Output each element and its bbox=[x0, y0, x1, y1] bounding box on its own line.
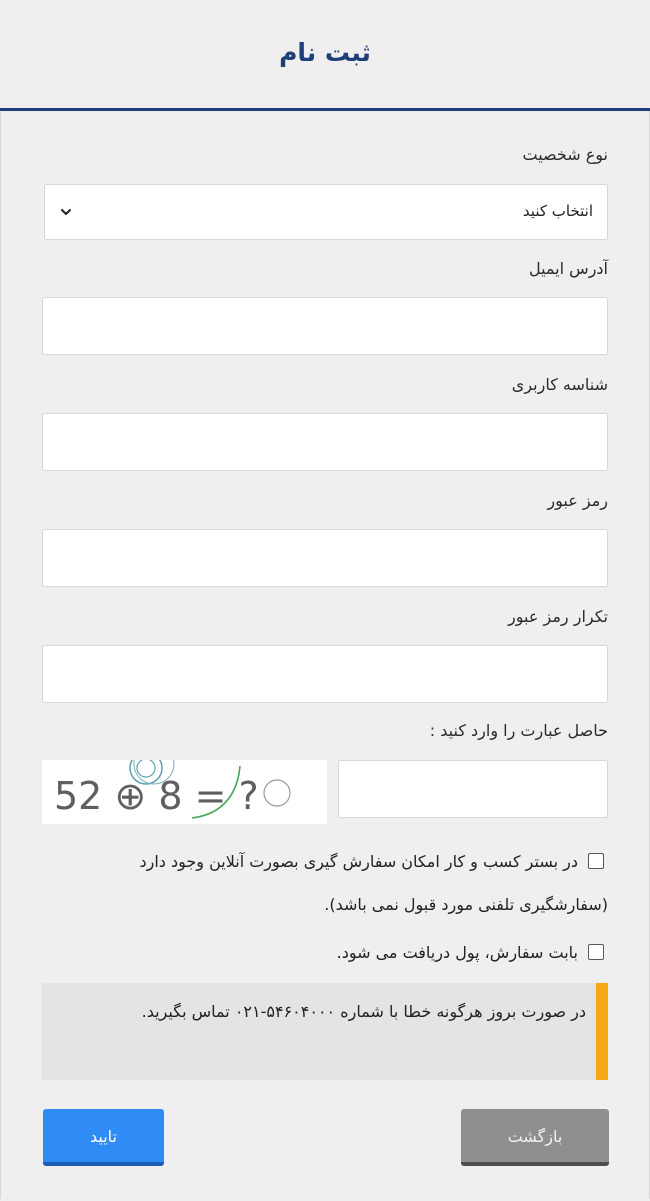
captcha-label: حاصل عبارت را وارد کنید : bbox=[429, 721, 608, 740]
payment-received-label: بابت سفارش، پول دریافت می شود. bbox=[336, 943, 578, 962]
notice-accent-bar bbox=[596, 983, 608, 1080]
captcha-expression: 52 ⊕ 8 = ? bbox=[54, 774, 259, 818]
chevron-down-icon bbox=[61, 209, 71, 215]
person-type-select[interactable]: انتخاب کنید bbox=[44, 184, 608, 240]
email-field[interactable] bbox=[42, 297, 608, 355]
password-repeat-label: تکرار رمز عبور bbox=[508, 607, 608, 626]
page-title: ثبت نام bbox=[279, 38, 371, 67]
email-label: آدرس ایمیل bbox=[528, 259, 608, 278]
person-type-label: نوع شخصیت bbox=[522, 145, 609, 164]
back-button[interactable]: بازگشت bbox=[461, 1109, 609, 1166]
captcha-answer-input[interactable] bbox=[338, 760, 608, 818]
captcha-image: 52 ⊕ 8 = ? bbox=[42, 760, 327, 824]
username-field[interactable] bbox=[42, 413, 608, 471]
submit-button[interactable]: تایید bbox=[43, 1109, 164, 1166]
captcha-graphic: 52 ⊕ 8 = ? bbox=[42, 760, 327, 824]
notice-text: در صورت بروز هرگونه خطا با شماره ۵۴۶۰۴۰۰… bbox=[141, 1002, 586, 1021]
username-label: شناسه کاربری bbox=[511, 375, 608, 394]
person-type-selected-value: انتخاب کنید bbox=[522, 202, 593, 220]
header-divider bbox=[0, 108, 650, 111]
password-field[interactable] bbox=[42, 529, 608, 587]
online-ordering-checkbox[interactable] bbox=[588, 853, 604, 869]
payment-received-checkbox[interactable] bbox=[588, 944, 604, 960]
support-notice: در صورت بروز هرگونه خطا با شماره ۵۴۶۰۴۰۰… bbox=[42, 983, 608, 1080]
password-repeat-field[interactable] bbox=[42, 645, 608, 703]
online-ordering-label-line2: (سفارشگیری تلفنی مورد قبول نمی باشد). bbox=[324, 895, 608, 914]
password-label: رمز عبور bbox=[547, 491, 608, 510]
page-header: ثبت نام bbox=[0, 0, 650, 108]
online-ordering-label-line1: در بستر کسب و کار امکان سفارش گیری بصورت… bbox=[139, 852, 578, 871]
